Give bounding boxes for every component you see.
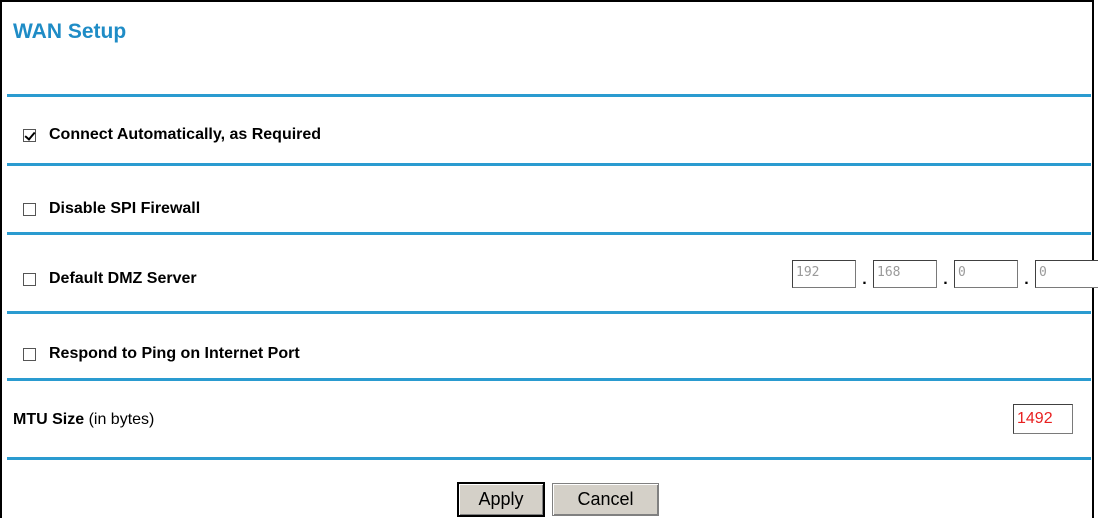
mtu-size-input[interactable]: 1492 (1013, 404, 1073, 434)
dmz-ip-octet-4[interactable]: 0 (1035, 260, 1098, 288)
divider (7, 311, 1091, 314)
cancel-button[interactable]: Cancel (552, 483, 659, 516)
divider (7, 378, 1091, 381)
dmz-ip-address: 192 . 168 . 0 . 0 (792, 260, 1098, 288)
respond-to-ping-label: Respond to Ping on Internet Port (49, 345, 300, 362)
divider (7, 94, 1091, 97)
option-connect-automatically[interactable]: Connect Automatically, as Required (23, 126, 321, 144)
divider (7, 457, 1091, 460)
mtu-size-unit: (in bytes) (88, 411, 155, 428)
ip-separator: . (862, 271, 867, 288)
divider (7, 232, 1091, 235)
disable-spi-firewall-label: Disable SPI Firewall (49, 200, 201, 217)
dmz-ip-octet-2[interactable]: 168 (873, 260, 937, 288)
page-title: WAN Setup (13, 20, 127, 43)
ip-separator: . (1024, 271, 1029, 288)
option-default-dmz-server[interactable]: Default DMZ Server (23, 270, 197, 288)
default-dmz-server-label: Default DMZ Server (49, 270, 197, 287)
option-respond-to-ping[interactable]: Respond to Ping on Internet Port (23, 345, 300, 363)
ip-separator: . (943, 271, 948, 288)
dmz-ip-octet-3[interactable]: 0 (954, 260, 1018, 288)
apply-button[interactable]: Apply (457, 482, 545, 517)
connect-automatically-label: Connect Automatically, as Required (49, 126, 322, 143)
mtu-size-title: MTU Size (13, 411, 85, 428)
option-disable-spi-firewall[interactable]: Disable SPI Firewall (23, 200, 200, 218)
wan-setup-panel: WAN Setup Connect Automatically, as Requ… (0, 0, 1098, 518)
disable-spi-firewall-checkbox[interactable] (23, 202, 36, 216)
respond-to-ping-checkbox[interactable] (23, 347, 36, 361)
default-dmz-server-checkbox[interactable] (23, 272, 36, 286)
dmz-ip-octet-1[interactable]: 192 (792, 260, 856, 288)
connect-automatically-checkbox[interactable] (23, 128, 36, 142)
divider (7, 163, 1091, 166)
mtu-size-label: MTU Size (in bytes) (13, 411, 154, 429)
